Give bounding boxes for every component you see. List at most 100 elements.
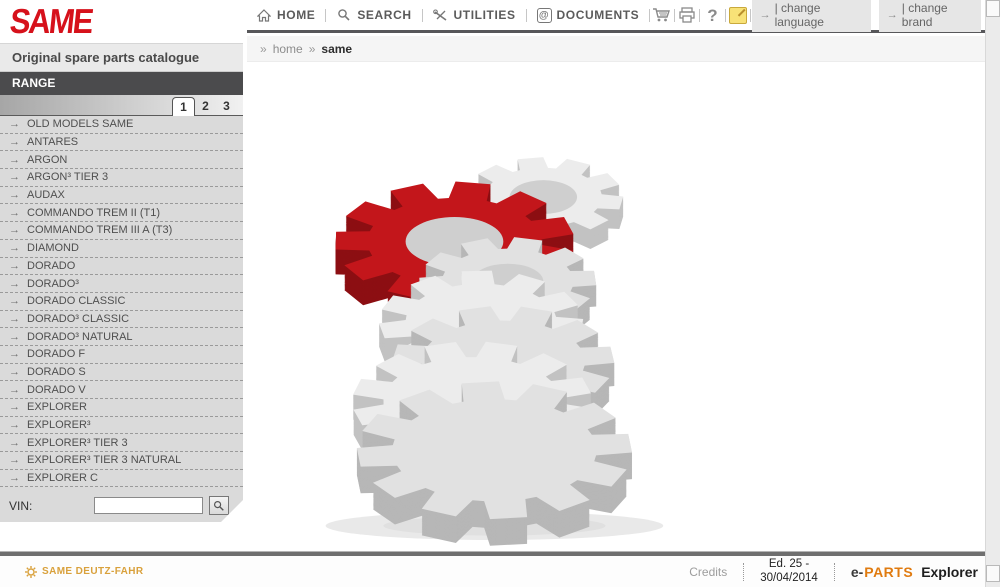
- model-item-old-models-same[interactable]: → OLD MODELS SAME: [0, 116, 243, 134]
- model-item-antares[interactable]: → ANTARES: [0, 134, 243, 152]
- range-tab-strip: 1 2 3: [0, 95, 243, 116]
- arrow-icon: →: [9, 118, 20, 131]
- divider: [699, 8, 701, 22]
- model-item-dorado-s[interactable]: → DORADO S: [0, 364, 243, 382]
- cart-button[interactable]: [651, 5, 673, 25]
- arrow-icon: →: [9, 242, 20, 255]
- footer-brand[interactable]: SAME DEUTZ-FAHR: [25, 565, 144, 578]
- eparts-explorer-logo: e- PARTS Explorer: [851, 564, 978, 580]
- model-item-explorer3[interactable]: → EXPLORER³: [0, 417, 243, 435]
- model-item-dorado[interactable]: → DORADO: [0, 258, 243, 276]
- arrow-icon: →: [9, 348, 20, 361]
- model-item-dorado3-natural[interactable]: → DORADO³ NATURAL: [0, 328, 243, 346]
- help-button[interactable]: ?: [701, 5, 723, 25]
- change-brand-button[interactable]: → | change brand: [878, 0, 981, 32]
- model-item-explorer3-tier3[interactable]: → EXPLORER³ TIER 3: [0, 434, 243, 452]
- model-item-explorer[interactable]: → EXPLORER: [0, 399, 243, 417]
- model-label: DORADO: [27, 259, 76, 272]
- footer-right: Credits Ed. 25 - 30/04/2014 e- PARTS Exp…: [689, 558, 978, 586]
- eparts-explorer: Explorer: [921, 563, 978, 580]
- tools-icon: [432, 7, 449, 23]
- model-item-dorado3[interactable]: → DORADO³: [0, 275, 243, 293]
- notes-button[interactable]: [726, 5, 748, 25]
- model-label: COMMANDO TREM III A (T3): [27, 224, 173, 237]
- scroll-down-button[interactable]: [986, 565, 1000, 582]
- model-item-dorado3-classic[interactable]: → DORADO³ CLASSIC: [0, 311, 243, 329]
- model-item-commando-trem-iii[interactable]: → COMMANDO TREM III A (T3): [0, 222, 243, 240]
- model-item-argon[interactable]: → ARGON: [0, 151, 243, 169]
- arrow-icon: →: [9, 436, 20, 449]
- documents-icon: @: [536, 7, 552, 23]
- printer-icon: [679, 7, 696, 23]
- divider: [724, 8, 726, 22]
- change-brand-label: | change brand: [901, 1, 948, 29]
- eparts-parts: PARTS: [864, 563, 914, 580]
- nav-documents[interactable]: @ DOCUMENTS: [528, 7, 649, 23]
- model-item-dorado-classic[interactable]: → DORADO CLASSIC: [0, 293, 243, 311]
- print-button[interactable]: [676, 5, 698, 25]
- footer: SAME DEUTZ-FAHR Credits Ed. 25 - 30/04/2…: [0, 556, 1000, 587]
- nav-search[interactable]: SEARCH: [327, 7, 420, 23]
- model-item-commando-trem-ii[interactable]: → COMMANDO TREM II (T1): [0, 204, 243, 222]
- arrow-icon: →: [9, 224, 20, 237]
- top-navigation: HOME SEARCH UTILITIES @ DOCUMENTS ? → | …: [247, 0, 985, 33]
- edition-info: Ed. 25 - 30/04/2014: [760, 558, 818, 586]
- model-label: DORADO³ NATURAL: [27, 330, 133, 343]
- model-label: ARGON: [27, 153, 68, 166]
- model-label: ARGON³ TIER 3: [27, 171, 109, 184]
- divider: [525, 8, 527, 22]
- model-list: → OLD MODELS SAME → ANTARES → ARGON → ARGON³…: [0, 116, 243, 487]
- model-label: DORADO CLASSIC: [27, 295, 126, 308]
- breadcrumb: » home » same: [247, 36, 985, 62]
- tab-page-3[interactable]: 3: [216, 97, 237, 115]
- model-item-argon3-tier3[interactable]: → ARGON³ TIER 3: [0, 169, 243, 187]
- nav-home[interactable]: HOME: [247, 7, 324, 23]
- vin-input[interactable]: [94, 497, 203, 514]
- vin-label: VIN:: [9, 498, 33, 513]
- same-logo[interactable]: SAME: [8, 2, 130, 42]
- vertical-scrollbar[interactable]: [985, 0, 1000, 587]
- arrow-icon: →: [9, 136, 20, 149]
- documents-icon-glyph: @: [538, 9, 550, 21]
- model-item-dorado-v[interactable]: → DORADO V: [0, 381, 243, 399]
- model-label: ANTARES: [27, 136, 79, 149]
- breadcrumb-home[interactable]: home: [273, 42, 303, 56]
- model-label: EXPLORER³ TIER 3 NATURAL: [27, 454, 182, 467]
- model-label: DORADO³ CLASSIC: [27, 312, 130, 325]
- model-label: OLD MODELS SAME: [27, 118, 134, 131]
- model-label: DORADO S: [27, 365, 86, 378]
- notepad-pencil-icon: [728, 6, 747, 24]
- model-item-dorado-f[interactable]: → DORADO F: [0, 346, 243, 364]
- model-item-explorer3-tier3-natural[interactable]: → EXPLORER³ TIER 3 NATURAL: [0, 452, 243, 470]
- vin-search-button[interactable]: [209, 496, 229, 515]
- range-header: RANGE: [0, 72, 243, 95]
- scroll-up-button[interactable]: [986, 0, 1000, 17]
- nav-utilities[interactable]: UTILITIES: [424, 7, 525, 23]
- tab-page-2[interactable]: 2: [195, 97, 216, 115]
- credits-link[interactable]: Credits: [689, 565, 727, 579]
- model-label: DORADO V: [27, 383, 86, 396]
- model-item-audax[interactable]: → AUDAX: [0, 187, 243, 205]
- model-item-explorer-c[interactable]: → EXPLORER C: [0, 470, 243, 488]
- tab-page-1[interactable]: 1: [172, 97, 195, 116]
- divider: [649, 8, 651, 22]
- model-label: EXPLORER: [27, 401, 87, 414]
- change-language-button[interactable]: → | change language: [751, 0, 871, 32]
- range-panel: 1 2 3 → OLD MODELS SAME → ANTARES → ARGON →…: [0, 95, 243, 522]
- model-item-diamond[interactable]: → DIAMOND: [0, 240, 243, 258]
- arrow-icon: →: [9, 277, 20, 290]
- eparts-e: e-: [850, 563, 864, 580]
- chevron-icon: »: [308, 41, 316, 56]
- divider: [674, 8, 676, 22]
- model-label: DORADO³: [27, 277, 79, 290]
- model-label: AUDAX: [27, 189, 65, 202]
- arrow-icon: →: [9, 171, 20, 184]
- top-actions: → | change language → | change brand: [751, 0, 985, 32]
- model-label: EXPLORER³ TIER 3: [27, 436, 128, 449]
- arrow-icon: →: [9, 419, 20, 432]
- divider: [749, 8, 751, 22]
- arrow-icon: →: [9, 365, 20, 378]
- breadcrumb-current: same: [321, 41, 353, 56]
- nav-utilities-label: UTILITIES: [453, 8, 516, 22]
- model-label: COMMANDO TREM II (T1): [27, 206, 161, 219]
